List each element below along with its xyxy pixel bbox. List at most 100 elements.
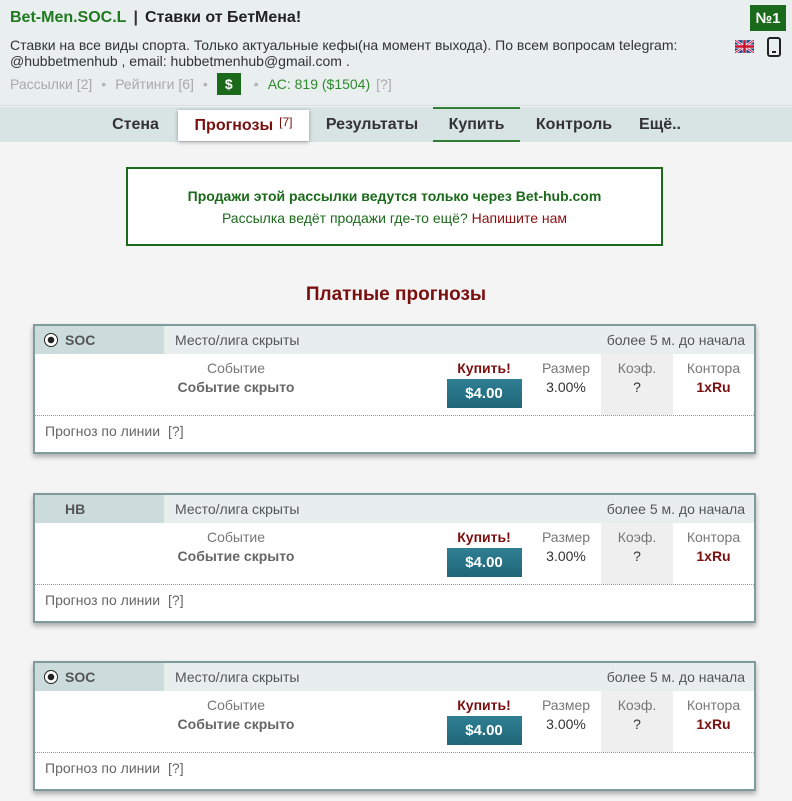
meta-row: Рассылки [2] • Рейтинги [6] • $ • АС: 81…	[10, 72, 392, 96]
start-time: более 5 м. до начала	[606, 669, 745, 685]
line-info: Прогноз по линии [?]	[45, 760, 184, 776]
event-label: Событие	[207, 360, 265, 376]
line-label: Прогноз по линии	[45, 760, 161, 776]
line-label: Прогноз по линии	[45, 423, 161, 439]
buy-label: Купить!	[457, 529, 511, 545]
meta-dot: •	[101, 76, 107, 92]
main-nav: Стена Прогнозы [7] Результаты Купить Конт…	[0, 107, 792, 142]
size-value: 3.00%	[546, 716, 586, 732]
bookmaker-label: Контора	[686, 529, 741, 545]
buy-button[interactable]: $4.00	[446, 716, 522, 745]
mobile-phone-icon[interactable]	[767, 37, 781, 57]
notice-title: Продажи этой рассылки ведутся только чер…	[187, 188, 602, 204]
size-value: 3.00%	[546, 379, 586, 395]
sales-notice: Продажи этой рассылки ведутся только чер…	[126, 167, 663, 246]
size-cell: Размер 3.00%	[531, 523, 601, 584]
size-label: Размер	[541, 360, 591, 376]
tab-wall[interactable]: Стена	[98, 107, 173, 142]
line-help-link[interactable]: [?]	[168, 592, 184, 608]
buy-button[interactable]: $4.00	[446, 379, 522, 408]
mailings-link[interactable]: Рассылки [2]	[10, 76, 92, 92]
bookmaker-cell: Контора 1xRu	[673, 354, 754, 415]
bookmaker-cell: Контора 1xRu	[673, 523, 754, 584]
soccer-ball-icon	[44, 670, 58, 684]
forecast-count: [7]	[279, 114, 293, 129]
start-time: более 5 м. до начала	[606, 501, 745, 517]
tab-more[interactable]: Ещё..	[628, 107, 692, 142]
buy-button[interactable]: $4.00	[446, 548, 522, 577]
tab-forecasts[interactable]: Прогнозы [7]	[178, 110, 309, 141]
event-value: Событие скрыто	[177, 548, 295, 564]
mailing-name[interactable]: Bet-Men.SOC.L	[10, 9, 126, 26]
ratings-link[interactable]: Рейтинги [6]	[115, 76, 194, 92]
bookmaker-value[interactable]: 1xRu	[673, 379, 754, 395]
event-label: Событие	[207, 697, 265, 713]
coef-value: ?	[633, 379, 641, 395]
size-cell: Размер 3.00%	[531, 354, 601, 415]
event-cell: Событие Событие скрыто	[35, 691, 437, 752]
forecast-card: SOC Место/лига скрыты более 5 м. до начала…	[33, 324, 756, 454]
bookmaker-value[interactable]: 1xRu	[673, 716, 754, 732]
bookmaker-label: Контора	[686, 697, 741, 713]
sport-cell: HB	[35, 495, 164, 523]
league-info: Место/лига скрыты	[175, 669, 300, 685]
start-time: более 5 м. до начала	[606, 332, 745, 348]
card-divider	[35, 752, 754, 753]
event-cell: Событие Событие скрыто	[35, 354, 437, 415]
meta-dot: •	[202, 76, 208, 92]
dollar-badge[interactable]: $	[216, 73, 241, 95]
sport-cell: SOC	[35, 326, 164, 354]
coef-value: ?	[633, 548, 641, 564]
buy-cell: Купить! $4.00	[437, 523, 531, 584]
buy-cell: Купить! $4.00	[437, 354, 531, 415]
coef-cell: Коэф.?	[601, 691, 673, 752]
coef-cell: Коэф.?	[601, 523, 673, 584]
bookmaker-cell: Контора 1xRu	[673, 691, 754, 752]
tab-buy[interactable]: Купить	[433, 107, 520, 142]
buy-label: Купить!	[457, 360, 511, 376]
event-cell: Событие Событие скрыто	[35, 523, 437, 584]
rank-badge[interactable]: №1	[750, 5, 786, 31]
sport-code: SOC	[65, 669, 96, 685]
meta-dot: •	[253, 76, 259, 92]
coef-label: Коэф.	[617, 360, 657, 376]
mailing-description: Ставки на все виды спорта. Только актуал…	[10, 37, 678, 69]
card-header: SOC Место/лига скрыты более 5 м. до начала	[35, 663, 754, 691]
card-header: SOC Место/лига скрыты более 5 м. до начала	[35, 326, 754, 354]
league-info: Место/лига скрыты	[175, 332, 300, 348]
sport-cell: SOC	[35, 663, 164, 691]
write-us-link[interactable]: Напишите нам	[472, 210, 567, 226]
ac-help-link[interactable]: [?]	[376, 76, 392, 92]
event-value: Событие скрыто	[177, 716, 295, 732]
soccer-ball-icon	[44, 333, 58, 347]
size-label: Размер	[541, 697, 591, 713]
size-value: 3.00%	[546, 548, 586, 564]
sport-code: HB	[65, 501, 86, 517]
size-cell: Размер 3.00%	[531, 691, 601, 752]
bookmaker-label: Контора	[686, 360, 741, 376]
notice-text: Рассылка ведёт продажи где-то ещё? Напиш…	[128, 210, 661, 226]
bookmaker-value[interactable]: 1xRu	[673, 548, 754, 564]
coef-value: ?	[633, 716, 641, 732]
line-label: Прогноз по линии	[45, 592, 161, 608]
coef-cell: Коэф.?	[601, 354, 673, 415]
league-info: Место/лига скрыты	[175, 501, 300, 517]
forecast-card: HB Место/лига скрыты более 5 м. до начала С…	[33, 493, 756, 623]
sport-code: SOC	[65, 332, 96, 348]
card-header: HB Место/лига скрыты более 5 м. до начала	[35, 495, 754, 523]
event-label: Событие	[207, 529, 265, 545]
mailing-subtitle: Ставки от БетМена!	[144, 9, 302, 26]
ac-stat: АС: 819 ($1504)	[267, 76, 371, 92]
uk-flag-icon[interactable]	[735, 40, 754, 53]
tab-results[interactable]: Результаты	[314, 107, 430, 142]
coef-label: Коэф.	[617, 697, 657, 713]
buy-cell: Купить! $4.00	[437, 691, 531, 752]
size-label: Размер	[541, 529, 591, 545]
tab-control[interactable]: Контроль	[524, 107, 624, 142]
line-help-link[interactable]: [?]	[168, 423, 184, 439]
notice-question: Рассылка ведёт продажи где-то ещё?	[221, 210, 468, 226]
line-help-link[interactable]: [?]	[168, 760, 184, 776]
title-separator: |	[133, 9, 138, 26]
line-info: Прогноз по линии [?]	[45, 423, 184, 439]
event-value: Событие скрыто	[177, 379, 295, 395]
